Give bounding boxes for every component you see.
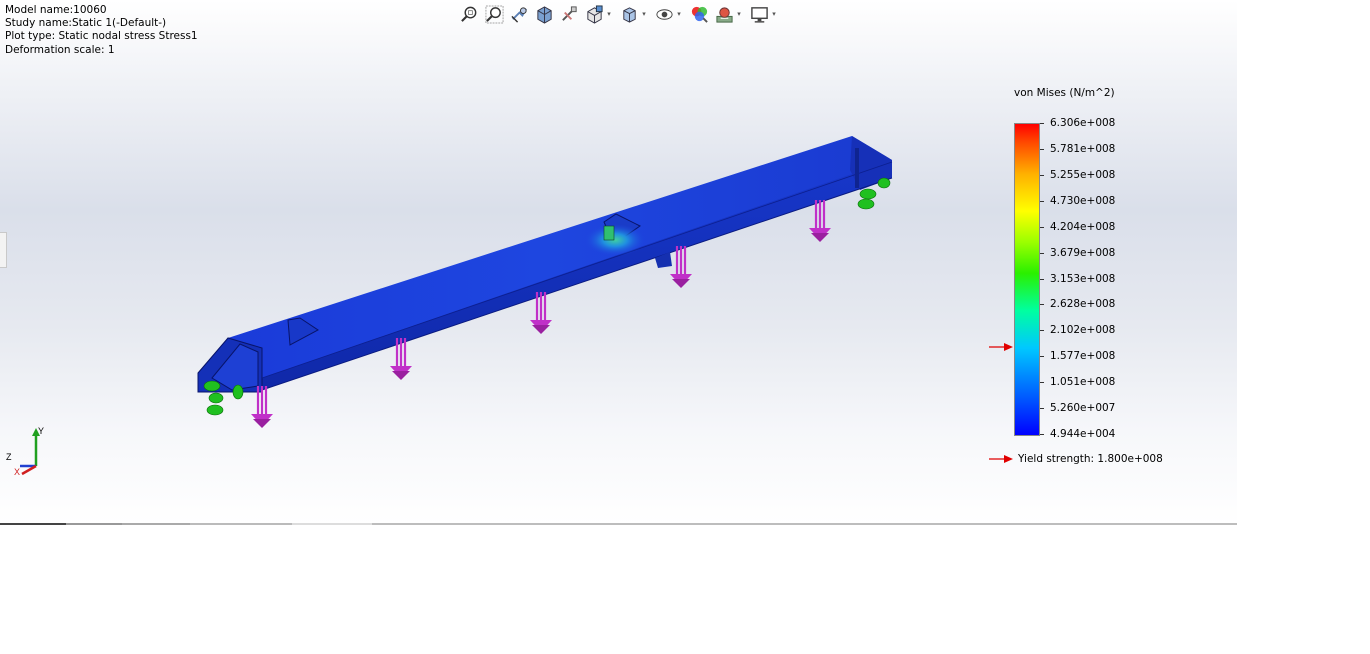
model-name: Model name:10060 — [5, 4, 107, 16]
legend-tick-mark — [1040, 382, 1044, 384]
collapse-panel-handle[interactable] — [0, 232, 7, 268]
legend-tick-label: 2.102e+008 — [1050, 324, 1116, 337]
legend-tick-mark — [1040, 174, 1044, 176]
bottom-tab-1[interactable] — [0, 523, 66, 525]
legend-tick-mark — [1040, 148, 1044, 150]
apply-scene-icon[interactable] — [713, 3, 735, 25]
legend-tick-label: 6.306e+008 — [1050, 117, 1116, 129]
previous-view-icon[interactable] — [508, 3, 530, 25]
display-style-icon[interactable] — [618, 3, 640, 25]
zoom-to-fit-icon[interactable] — [458, 3, 480, 25]
graphics-viewport[interactable]: Model name:10060 Study name:Static 1(-De… — [0, 0, 1237, 525]
legend-tick-mark — [1040, 434, 1044, 435]
legend-tick-label: 1.051e+008 — [1050, 376, 1116, 389]
yield-strength-row: Yield strength: 1.800e+008 — [989, 453, 1163, 465]
beam-top-face — [198, 136, 892, 378]
legend-tick-mark — [1040, 226, 1044, 228]
yield-marker-icon — [989, 343, 1013, 351]
bottom-tab-5[interactable] — [292, 523, 372, 525]
empty-area — [0, 526, 1370, 654]
heads-up-view-toolbar: ▾ ▾ ▾ ▾ ▾ — [458, 3, 783, 25]
legend-tick-mark — [1040, 200, 1044, 202]
legend-tick-label: 3.153e+008 — [1050, 272, 1116, 285]
hide-show-items-dropdown[interactable]: ▾ — [674, 10, 684, 18]
dynamic-annotation-icon[interactable] — [558, 3, 580, 25]
legend-tick-mark — [1040, 252, 1044, 254]
legend-tick-mark — [1040, 330, 1044, 332]
legend-title: von Mises (N/m^2) — [1014, 87, 1115, 99]
legend-tick-label: 5.781e+008 — [1050, 142, 1116, 155]
legend-tick-mark — [1040, 278, 1044, 280]
triad-z-label: Z — [6, 452, 12, 462]
legend-tick-mark — [1040, 304, 1044, 306]
edit-appearance-icon[interactable] — [688, 3, 710, 25]
triad-y-label: Y — [38, 426, 44, 436]
yield-strength-label: Yield strength: 1.800e+008 — [1018, 453, 1163, 465]
deformation-scale: Deformation scale: 1 — [5, 43, 115, 56]
legend-tick-label: 5.260e+007 — [1050, 402, 1116, 415]
apply-scene-dropdown[interactable]: ▾ — [734, 10, 744, 18]
legend-tick-mark — [1040, 123, 1044, 124]
yield-arrow-icon — [989, 455, 1013, 463]
stress-color-bar[interactable] — [1014, 123, 1040, 436]
bottom-tab-rest — [372, 523, 1237, 525]
view-settings-icon[interactable] — [748, 3, 770, 25]
legend-tick-mark — [1040, 356, 1044, 358]
bottom-tab-3[interactable] — [122, 523, 190, 525]
section-view-icon[interactable] — [533, 3, 555, 25]
study-info-panel: Model name:10060 Study name:Static 1(-De… — [5, 4, 198, 57]
view-settings-dropdown[interactable]: ▾ — [769, 10, 779, 18]
study-name: Study name:Static 1(-Default-) — [5, 17, 167, 30]
view-orientation-dropdown[interactable]: ▾ — [604, 10, 614, 18]
legend-tick-label: 1.577e+008 — [1050, 350, 1116, 363]
legend-tick-label: 4.730e+008 — [1050, 194, 1116, 207]
hide-show-items-icon[interactable] — [653, 3, 675, 25]
legend-tick-label: 4.204e+008 — [1050, 220, 1116, 233]
plot-type: Plot type: Static nodal stress Stress1 — [5, 30, 198, 43]
bottom-tab-strip — [0, 523, 1237, 525]
legend-tick-mark — [1040, 408, 1044, 410]
legend-tick-label: 5.255e+008 — [1050, 168, 1116, 181]
legend-tick-label: 2.628e+008 — [1050, 298, 1116, 311]
view-orientation-icon[interactable] — [583, 3, 605, 25]
reference-triad: Y Z X — [6, 426, 44, 476]
triad-x-label: X — [14, 467, 20, 476]
bottom-tab-2[interactable] — [66, 523, 122, 525]
legend-tick-label: 3.679e+008 — [1050, 246, 1116, 259]
legend-tick-label: 4.944e+004 — [1050, 428, 1116, 440]
stress-plot-model[interactable] — [0, 0, 1237, 525]
display-style-dropdown[interactable]: ▾ — [639, 10, 649, 18]
bottom-tab-4[interactable] — [190, 523, 292, 525]
zoom-to-area-icon[interactable] — [483, 3, 505, 25]
